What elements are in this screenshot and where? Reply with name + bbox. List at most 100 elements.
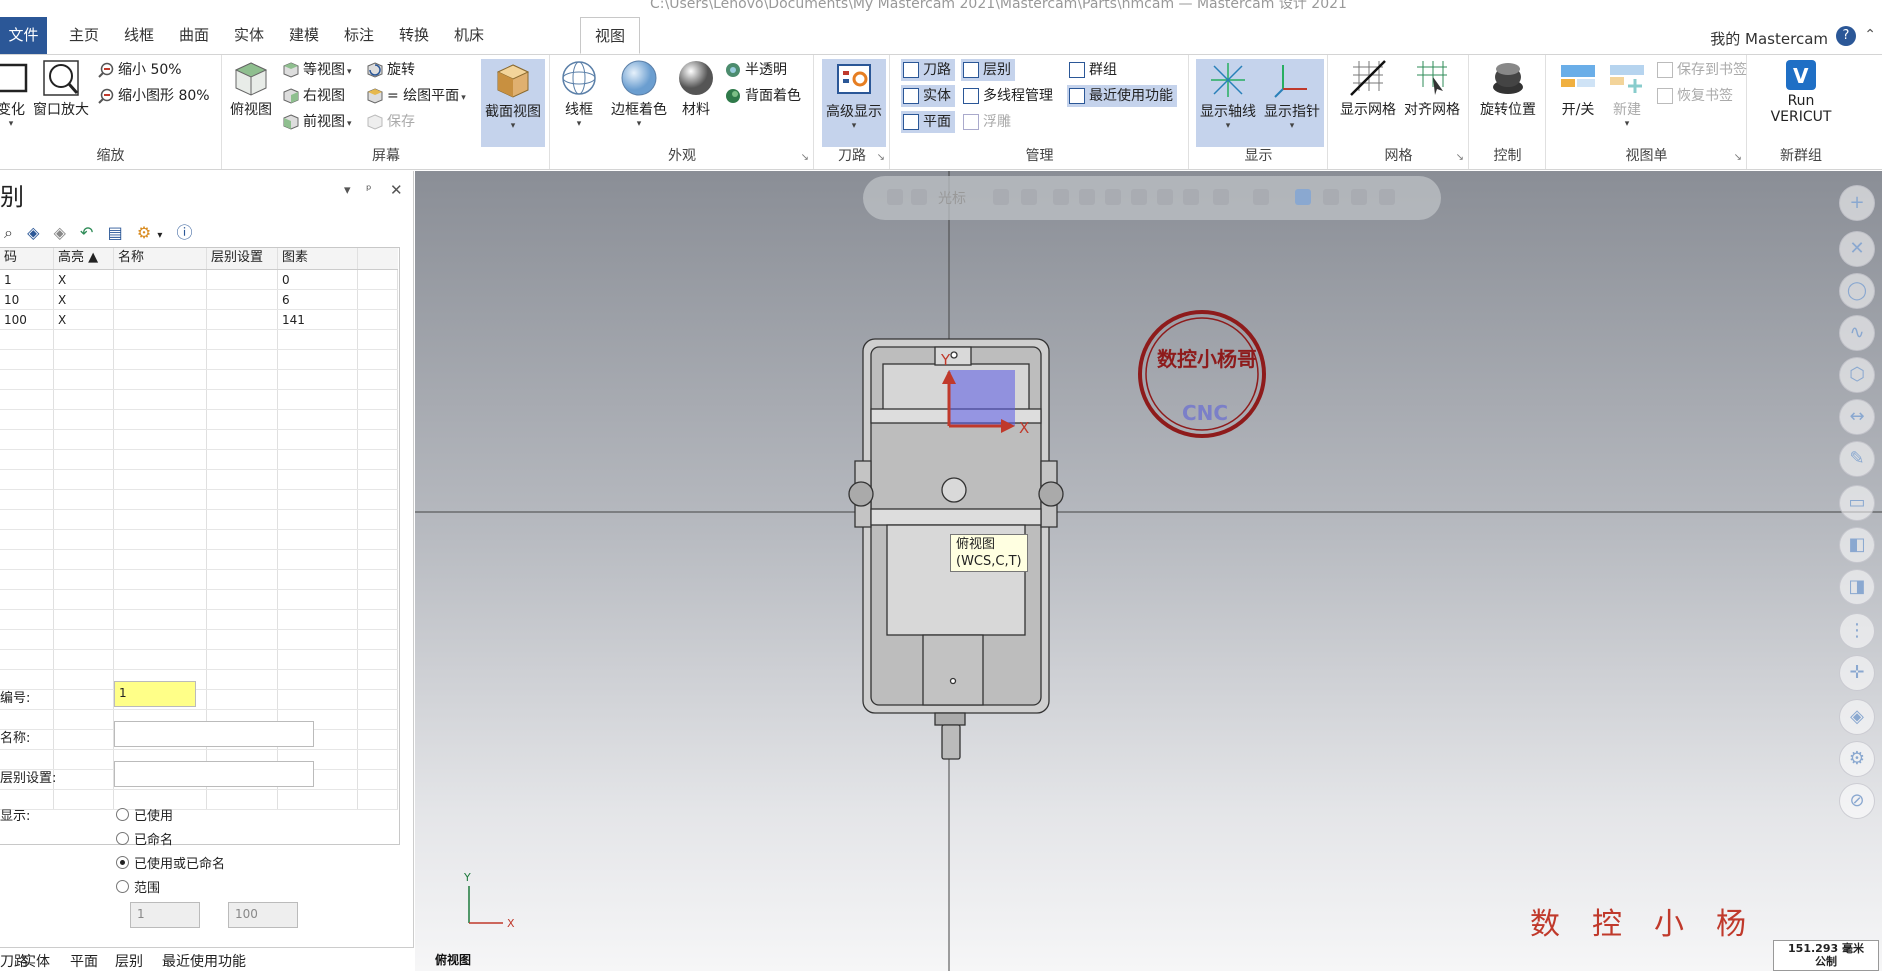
tab-file[interactable]: 文件 [0,17,47,54]
table-row[interactable] [0,410,398,430]
undo-icon[interactable]: ↶ [80,223,93,242]
circle-icon[interactable]: ◯ [1839,273,1875,309]
chevron-down-icon[interactable]: ▾ [157,230,162,241]
table-row[interactable] [0,550,398,570]
table-row[interactable] [0,630,398,650]
show-gnomon-button[interactable]: 显示指针 ▾ [1260,59,1324,147]
run-vericut-button[interactable]: V Run VERICUT [1766,59,1836,125]
eq-plane-button[interactable]: = 绘图平面 ▾ [365,85,466,107]
color-icon[interactable]: ◧ [1839,527,1875,563]
table-row[interactable] [0,610,398,630]
table-row[interactable] [0,390,398,410]
solid-icon[interactable]: ⬡ [1839,357,1875,393]
show-axes-button[interactable]: 显示轴线 ▾ [1196,59,1260,147]
table-row[interactable] [0,530,398,550]
collapse-ribbon-icon[interactable]: ⌃ [1864,27,1876,43]
panel-dropdown-icon[interactable]: ▾ [344,183,351,198]
level-set-field[interactable] [114,761,314,787]
window-select-icon[interactable] [1253,189,1269,205]
select-last-icon[interactable] [1323,189,1339,205]
bottom-tab-planes[interactable]: 平面 [70,951,98,971]
gear-icon[interactable]: ⚙ [137,223,151,242]
relief-button[interactable]: 浮雕 [961,111,1011,133]
bottom-tab-recent[interactable]: 最近使用功能 [162,951,246,971]
radio-used-or-named[interactable]: 已使用或已命名 [114,853,225,872]
table-row[interactable] [0,470,398,490]
shrink-80-button[interactable]: 缩小图形 80% [96,85,210,107]
measure-icon[interactable]: ✛ [1839,655,1875,691]
dimension-icon[interactable]: ↔ [1839,399,1875,435]
pin-icon[interactable]: ᵖ [366,183,372,198]
dialog-launcher-icon[interactable]: ↘ [877,152,885,163]
cursor-snap-icon[interactable] [911,189,927,205]
col-entities[interactable]: 图素 [278,248,358,269]
bottom-tab-solids[interactable]: 实体 [22,951,50,971]
col-name[interactable]: 名称 [114,248,207,269]
col-number[interactable]: 码 [0,248,54,269]
delete-icon[interactable]: ✕ [1839,231,1875,267]
calculator-icon[interactable]: ▤ [108,223,123,242]
recent-functions-button[interactable]: 最近使用功能 [1067,85,1177,107]
fit-button[interactable]: 变化 ▾ [0,59,28,129]
select-chain-icon[interactable] [1079,189,1095,205]
color2-icon[interactable]: ◨ [1839,569,1875,605]
lock-icon[interactable] [887,189,903,205]
rotate-button[interactable]: 旋转 [365,59,415,81]
material-button[interactable]: 材料 [676,59,716,119]
table-row[interactable] [0,350,398,370]
tab-model-prep[interactable]: 建模 [275,17,333,54]
table-row[interactable] [0,370,398,390]
select-solid-icon[interactable] [1105,189,1121,205]
tab-view[interactable]: 视图 [580,17,641,54]
groups-button[interactable]: 群组 [1067,59,1117,81]
table-row[interactable]: 100 X 141 [0,310,398,330]
table-row[interactable] [0,490,398,510]
tab-surfaces[interactable]: 曲面 [165,17,223,54]
tab-drafting[interactable]: 标注 [330,17,388,54]
filter-icon[interactable] [1213,189,1229,205]
blank-icon[interactable]: ▭ [1839,485,1875,521]
table-row[interactable] [0,510,398,530]
range-from-field[interactable]: 1 [130,902,200,928]
tab-transform[interactable]: 转换 [385,17,443,54]
my-mastercam-link[interactable]: 我的 Mastercam [1710,28,1828,49]
translucent-button[interactable]: 半透明 [723,59,787,81]
multithread-button[interactable]: 多线程管理 [961,85,1053,107]
graphics-viewport[interactable]: Y X 数控小杨哥 CNC Y X 光标 + ✕ ◯ ∿ ⬡ ↔ ✎ ▭ ◧ ◨… [415,171,1882,971]
settings-icon[interactable]: ⚙ [1839,741,1875,777]
manage-solids-button[interactable]: 实体 [901,85,955,107]
snap-grid-button[interactable]: 对齐网格 [1401,59,1463,119]
table-row[interactable] [0,590,398,610]
range-to-field[interactable]: 100 [228,902,298,928]
viewsheet-new-button[interactable]: 新建 ▾ [1605,59,1649,129]
shrink-50-button[interactable]: 缩小 50% [96,59,182,81]
viewsheet-toggle-button[interactable]: 开/关 [1555,59,1601,119]
table-row[interactable] [0,650,398,670]
dialog-launcher-icon[interactable]: ↘ [1734,152,1742,163]
rotate-position-button[interactable]: 旋转位置 [1476,59,1540,119]
add-icon[interactable]: + [1839,185,1875,221]
dialog-launcher-icon[interactable]: ↘ [1456,152,1464,163]
selection-mode-icon[interactable] [1295,189,1311,205]
xyz-icon[interactable] [993,189,1009,205]
name-field[interactable] [114,721,314,747]
autocursor-label[interactable]: 光标 [938,188,966,208]
curve-icon[interactable]: ∿ [1839,315,1875,351]
save-bookmark-button[interactable]: 保存到书签 [1655,59,1747,81]
top-view-button[interactable]: 俯视图 [229,59,273,119]
col-highlight[interactable]: 高亮 ▲ [54,248,114,269]
clear-icon[interactable]: ⊘ [1839,783,1875,819]
tab-solids[interactable]: 实体 [220,17,278,54]
section-view-button[interactable]: 截面视图 ▾ [481,59,545,147]
levels-icon[interactable]: ◈ [1839,699,1875,735]
wireframe-button[interactable]: 线框 ▾ [559,59,599,129]
select-face-icon[interactable] [1131,189,1147,205]
manage-planes-button[interactable]: 平面 [901,111,955,133]
close-icon[interactable]: ✕ [390,181,403,199]
search-icon[interactable]: ⌕ [4,223,13,243]
save-view-button[interactable]: 保存 [365,111,415,133]
radio-named[interactable]: 已命名 [114,829,173,848]
backface-color-button[interactable]: 背面着色 [723,85,801,107]
tab-machine[interactable]: 机床 [440,17,498,54]
iso-view-button[interactable]: 等视图 ▾ [281,59,352,81]
